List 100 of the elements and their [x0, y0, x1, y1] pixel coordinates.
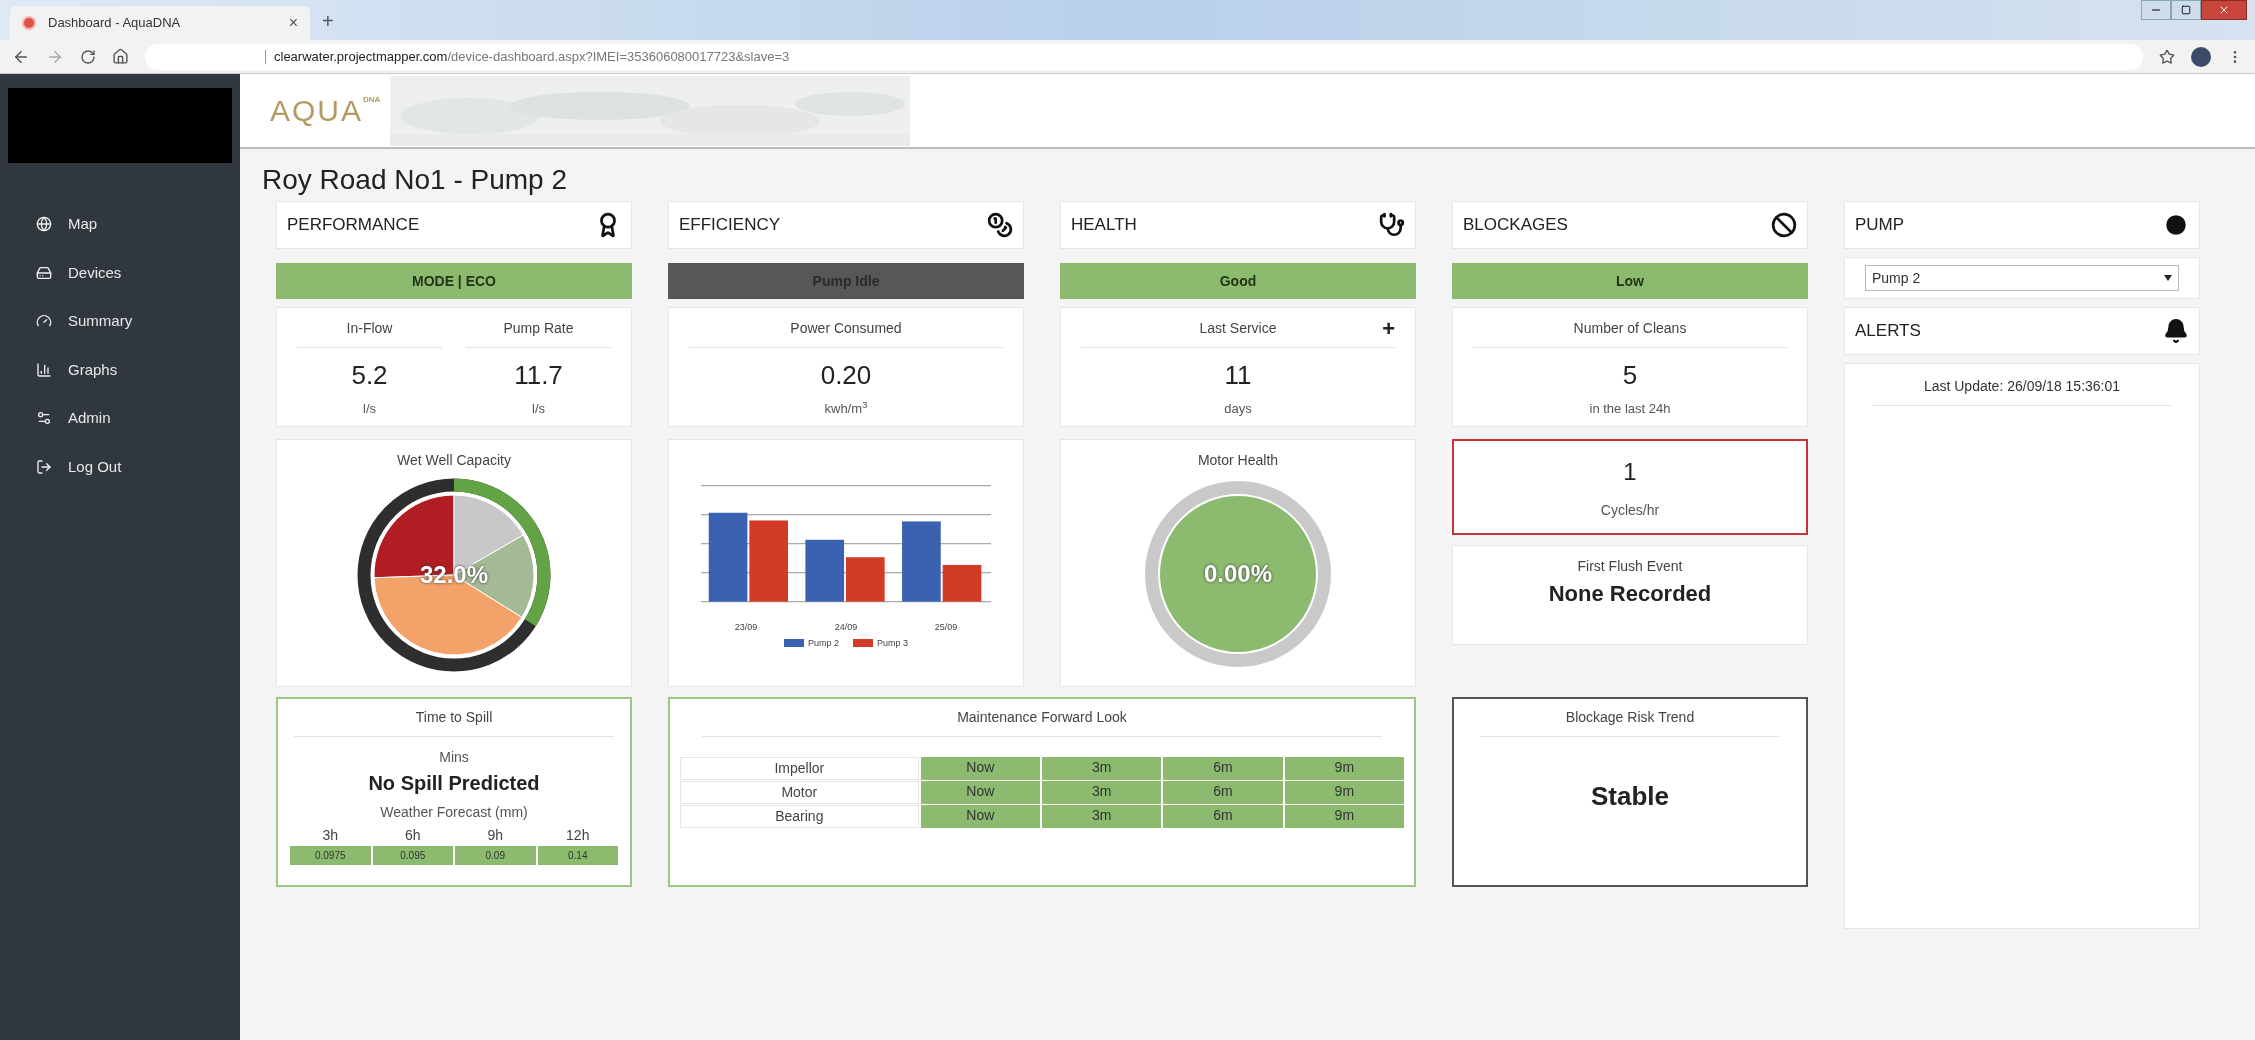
- last-update: Last Update: 26/09/18 15:36:01: [1872, 376, 2172, 406]
- stat-value: 5: [1622, 359, 1638, 392]
- flush-label: First Flush Event: [1577, 557, 1683, 576]
- table-cell: Motor: [680, 781, 919, 804]
- stat-value: 0.20: [820, 359, 872, 392]
- stat-unit: in the last 24h: [1589, 400, 1671, 418]
- stethoscope-icon: [1379, 212, 1405, 238]
- axis-label: 23/09: [734, 621, 758, 634]
- maximize-button[interactable]: [2171, 0, 2201, 20]
- spill-value: No Spill Predicted: [368, 771, 540, 796]
- stat-unit: l/s: [363, 400, 376, 418]
- browser-tab[interactable]: Dashboard - AquaDNA ×: [10, 6, 310, 40]
- close-icon: [2218, 4, 2230, 16]
- forecast-period: 9h: [486, 826, 505, 845]
- table-cell: 3m: [1042, 757, 1162, 780]
- stat-unit: kwh/m$^{3}$: [824, 399, 868, 418]
- stat-unit: days: [1224, 400, 1252, 418]
- cycles-unit: Cycles/hr: [1600, 500, 1660, 520]
- bar-chart-icon: [36, 361, 52, 378]
- table-cell: Now: [920, 757, 1040, 780]
- page-title: Roy Road No1 - Pump 2: [262, 164, 568, 195]
- bookmark-star-icon[interactable]: [2159, 48, 2175, 65]
- chart-title: Motor Health: [1197, 451, 1279, 470]
- globe-icon: [36, 216, 52, 233]
- maximize-icon: [2181, 5, 2191, 15]
- table-cell: 3m: [1042, 781, 1162, 804]
- home-icon[interactable]: [112, 48, 129, 65]
- forecast-title: Weather Forecast (mm): [380, 803, 528, 822]
- panel-title: EFFICIENCY: [679, 214, 781, 237]
- reload-icon[interactable]: [80, 48, 96, 65]
- panel-title: BLOCKAGES: [1463, 214, 1568, 237]
- card-title: Maintenance Forward Look: [702, 707, 1382, 737]
- status-bar: Good: [1060, 263, 1416, 299]
- sidebar-item[interactable]: Map: [36, 213, 240, 236]
- address-bar[interactable]: clearwater.projectmapper.com/device-dashboard.aspx?IMEI=353606080017723&slave=3: [145, 43, 2143, 70]
- logout-icon: [36, 458, 52, 475]
- table-cell: 6m: [1163, 805, 1283, 828]
- stat-label: In-Flow: [297, 318, 442, 348]
- panel-title: HEALTH: [1071, 214, 1137, 237]
- tab-close[interactable]: ×: [288, 11, 298, 35]
- panel-title: PERFORMANCE: [287, 214, 420, 237]
- chart-title: Wet Well Capacity: [397, 451, 511, 470]
- card-title: Time to Spill: [294, 707, 614, 737]
- axis-label: 24/09: [834, 621, 858, 634]
- flush-value: None Recorded: [1548, 580, 1712, 608]
- stat-label: Power Consumed: [689, 318, 1003, 348]
- table-cell: 3m: [1042, 805, 1162, 828]
- forecast-cell: 0.14: [537, 846, 618, 865]
- forecast-period: 12h: [565, 826, 591, 845]
- axis-label: 25/09: [934, 621, 958, 634]
- table-cell: Impellor: [680, 757, 919, 780]
- device-icon: [36, 264, 52, 281]
- legend-label: Pump 3: [877, 636, 909, 650]
- new-tab[interactable]: +: [322, 6, 334, 36]
- card-title: Blockage Risk Trend: [1480, 707, 1780, 737]
- cycles-value: 1: [1623, 456, 1637, 487]
- favicon-icon: [22, 16, 36, 30]
- status-bar: Low: [1452, 263, 1808, 299]
- stat-value: 5.2: [351, 359, 388, 392]
- stat-label: Pump Rate: [466, 318, 611, 348]
- forecast-cell: 0.095: [372, 846, 453, 865]
- bell-icon: [2163, 318, 2189, 344]
- table-cell: Bearing: [680, 805, 919, 828]
- panel-title: ALERTS: [1855, 320, 1921, 343]
- tab-title: Dashboard - AquaDNA: [48, 14, 182, 33]
- add-button[interactable]: +: [1382, 312, 1395, 345]
- stat-value: 11: [1224, 359, 1252, 392]
- sidebar-item[interactable]: Log Out: [36, 455, 240, 478]
- forecast-period: 6h: [403, 826, 422, 845]
- dropdown-caret-icon: [2164, 275, 2172, 281]
- table-cell: Now: [920, 805, 1040, 828]
- table-cell: Now: [920, 781, 1040, 804]
- table-cell: 9m: [1284, 757, 1404, 780]
- unit-label: Mins: [439, 748, 469, 767]
- coins-icon: [987, 212, 1013, 238]
- motor-health-reading: 0.00%: [1203, 559, 1273, 589]
- profile-avatar[interactable]: [2191, 46, 2211, 67]
- forecast-period: 3h: [321, 826, 340, 845]
- chart-bar: [805, 539, 845, 602]
- sidebar-item[interactable]: Devices: [36, 261, 240, 284]
- ban-icon: [1771, 212, 1797, 238]
- minimize-button[interactable]: [2141, 0, 2171, 20]
- sidebar-item[interactable]: Summary: [36, 310, 240, 333]
- table-cell: 9m: [1284, 781, 1404, 804]
- stat-value: 11.7: [514, 359, 563, 392]
- forecast-cell: 0.09: [455, 846, 536, 865]
- trend-value: Stable: [1591, 780, 1669, 813]
- status-bar: MODE | ECO: [276, 263, 632, 299]
- stat-label: Number of Cleans: [1473, 318, 1787, 348]
- stat-unit: l/s: [532, 400, 545, 418]
- pump-select[interactable]: Pump 2: [1865, 265, 2179, 291]
- capacity-reading: 32.0%: [419, 560, 489, 590]
- forecast-cell: 0.0975: [290, 846, 371, 865]
- sidebar-item[interactable]: Graphs: [36, 358, 240, 381]
- sidebar-item[interactable]: Admin: [36, 407, 240, 430]
- legend-label: Pump 2: [807, 636, 839, 650]
- chart-bar: [846, 557, 885, 602]
- table-cell: 9m: [1284, 805, 1404, 828]
- table-cell: 6m: [1163, 781, 1283, 804]
- table-cell: 6m: [1163, 757, 1283, 780]
